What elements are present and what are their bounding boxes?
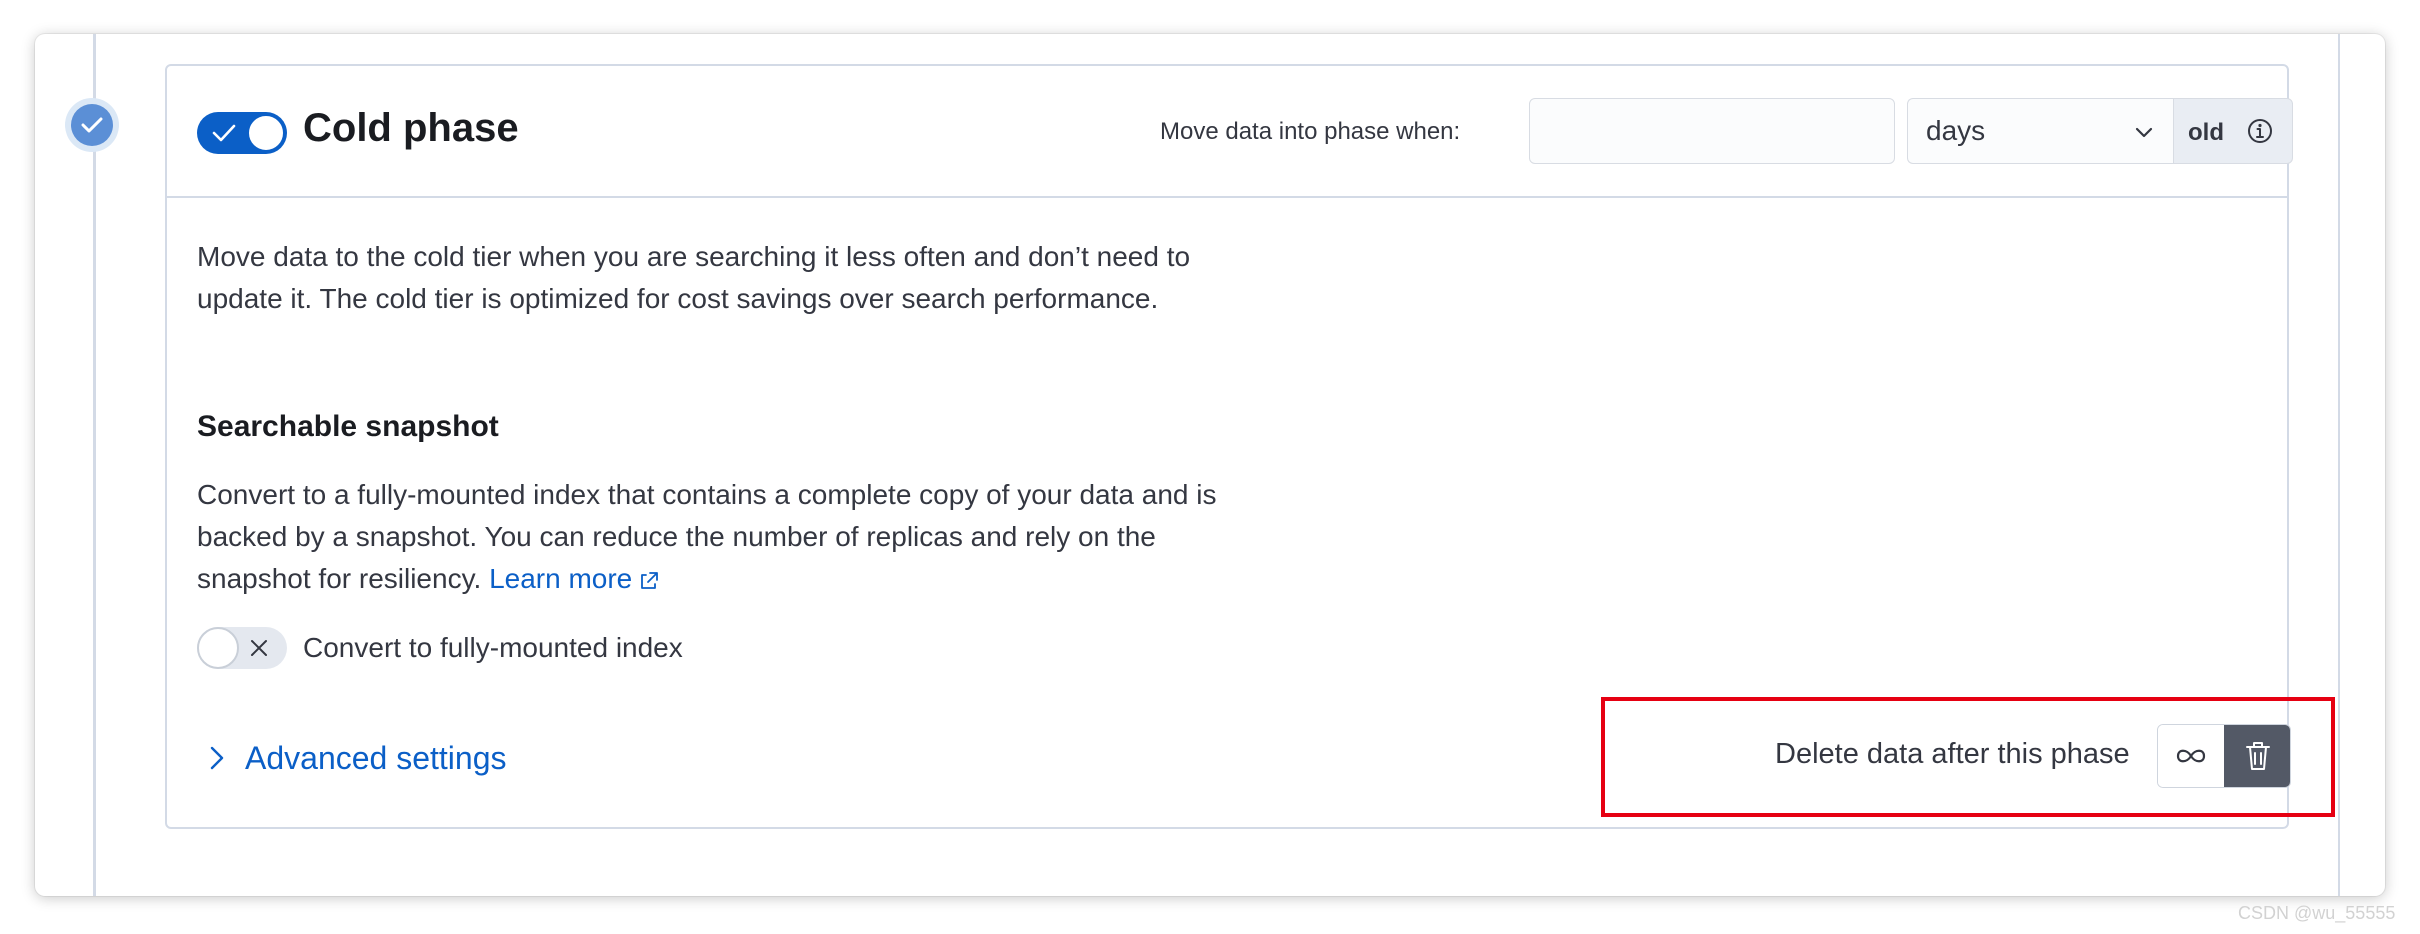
age-unit-select[interactable]: days bbox=[1907, 98, 2173, 164]
fully-mounted-index-label: Convert to fully-mounted index bbox=[303, 632, 683, 663]
cold-phase-toggle[interactable] bbox=[197, 112, 287, 154]
timeline-line bbox=[93, 34, 96, 896]
chevron-down-icon bbox=[2135, 127, 2153, 138]
snapshot-description-text: Convert to a fully-mounted index that co… bbox=[197, 479, 1217, 594]
move-data-label: Move data into phase when: bbox=[1160, 118, 1461, 145]
phase-age-input[interactable] bbox=[1529, 98, 1895, 164]
fully-mounted-index-toggle[interactable] bbox=[197, 627, 287, 669]
learn-more-label: Learn more bbox=[489, 563, 633, 594]
toggle-knob bbox=[197, 627, 239, 669]
learn-more-link[interactable]: Learn more bbox=[489, 563, 660, 594]
check-icon bbox=[212, 124, 236, 142]
external-link-icon bbox=[641, 571, 659, 589]
age-suffix-label: old bbox=[2188, 119, 2224, 146]
cross-icon bbox=[251, 640, 267, 656]
phase-header: Cold phase Move data into phase when: da… bbox=[167, 66, 2293, 198]
info-icon[interactable] bbox=[2246, 117, 2274, 145]
phase-status-icon bbox=[65, 98, 119, 152]
searchable-snapshot-title: Searchable snapshot bbox=[197, 410, 499, 443]
check-circle-icon bbox=[71, 104, 113, 146]
highlight-annotation-box bbox=[1601, 697, 2335, 817]
advanced-settings-toggle[interactable]: Advanced settings bbox=[207, 736, 507, 780]
panel-divider bbox=[2338, 34, 2340, 896]
phase-title: Cold phase bbox=[303, 106, 519, 150]
watermark: CSDN @wu_55555 bbox=[2238, 903, 2396, 923]
advanced-settings-label: Advanced settings bbox=[245, 739, 507, 776]
toggle-knob bbox=[248, 115, 284, 151]
age-suffix: old bbox=[2173, 98, 2293, 164]
phase-description: Move data to the cold tier when you are … bbox=[197, 241, 1191, 314]
chevron-right-icon bbox=[210, 746, 224, 770]
age-unit-value: days bbox=[1926, 115, 1986, 146]
searchable-snapshot-description: Convert to a fully-mounted index that co… bbox=[197, 474, 1237, 600]
